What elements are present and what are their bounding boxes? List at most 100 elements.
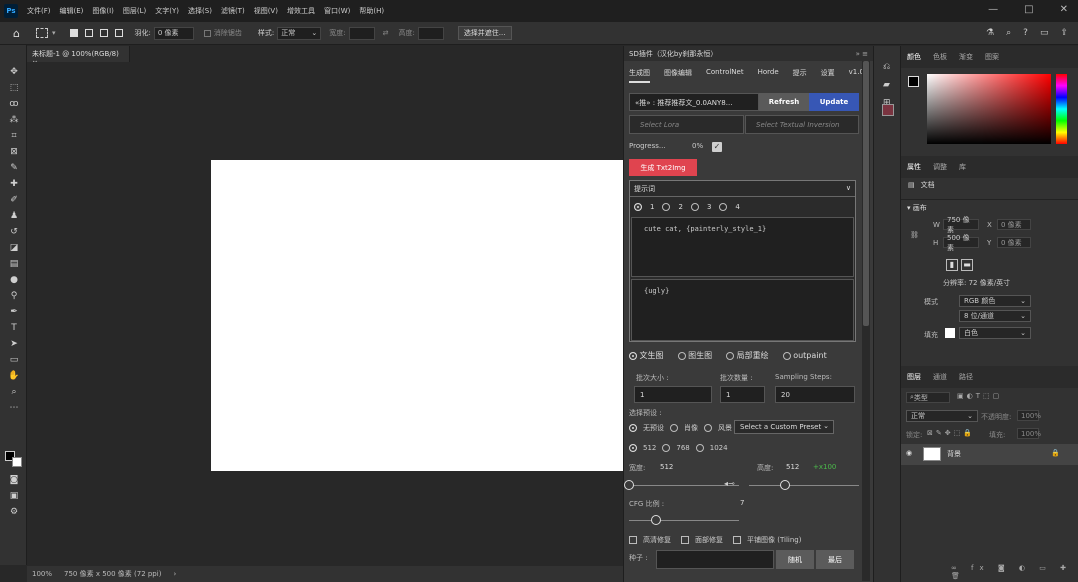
background-color-swatch[interactable] — [12, 457, 22, 467]
batch-size-input[interactable]: 1 — [634, 386, 712, 403]
more-tools-icon[interactable]: ⋯ — [8, 402, 20, 414]
lock-icon[interactable]: 🔒 — [1051, 449, 1060, 457]
tab-paths[interactable]: 路径 — [959, 372, 973, 382]
blend-mode-select[interactable]: 正常 ⌄ — [906, 410, 978, 422]
tab-layers[interactable]: 图层 — [907, 372, 921, 382]
rectangle-tool-icon[interactable]: ▭ — [8, 354, 20, 366]
history-brush-tool-icon[interactable]: ↺ — [8, 226, 20, 238]
tab-libraries[interactable]: 库 — [959, 162, 966, 172]
feather-input[interactable]: 0 像素 — [153, 26, 194, 40]
canvas-width-input[interactable]: 750 像素 — [943, 216, 979, 234]
intersect-selection-icon[interactable] — [114, 29, 123, 37]
share-icon[interactable]: ⇪ — [1060, 28, 1068, 38]
landscape-orientation-icon[interactable]: ▬ — [961, 259, 973, 271]
blur-tool-icon[interactable]: ● — [8, 274, 20, 286]
negative-prompt-textarea[interactable]: {ugly} — [631, 279, 854, 341]
marquee-tool-icon[interactable]: ⬚ — [8, 82, 20, 94]
height-slider-knob[interactable] — [780, 480, 790, 490]
prompt-slot-4-radio[interactable] — [719, 203, 728, 211]
zoom-level[interactable]: 100% — [32, 570, 52, 578]
menu-image[interactable]: 图像(I) — [92, 6, 114, 16]
tab-color[interactable]: 颜色 — [907, 52, 921, 62]
style-select[interactable]: 正常 ⌄ — [277, 26, 322, 40]
panel-menu-icon[interactable]: » ≡ — [856, 50, 868, 58]
width-slider-knob[interactable] — [624, 480, 634, 490]
height-input[interactable] — [417, 26, 444, 40]
marquee-tool-icon[interactable] — [35, 28, 48, 38]
mode-txt2img-radio[interactable] — [629, 351, 637, 360]
color-mode-select[interactable]: RGB 颜色 ⌄ — [959, 295, 1031, 307]
flask-icon[interactable]: ⚗ — [986, 28, 994, 38]
mode-outpaint-radio[interactable] — [782, 351, 791, 360]
sd-scrollbar-thumb[interactable] — [863, 61, 869, 326]
tab-properties[interactable]: 属性 — [907, 162, 921, 172]
select-lora-button[interactable]: Select Lora — [629, 115, 744, 134]
brush-tool-icon[interactable]: ✐ — [8, 194, 20, 206]
tab-swatches[interactable]: 色板 — [933, 52, 947, 62]
maximize-icon[interactable]: □ — [1024, 4, 1033, 15]
history-icon[interactable]: ⎌ — [883, 62, 890, 72]
prompt-slot-1-radio[interactable] — [634, 203, 642, 211]
sampling-steps-input[interactable]: 20 — [775, 386, 855, 403]
menu-filter[interactable]: 滤镜(T) — [221, 6, 245, 16]
menu-select[interactable]: 选择(S) — [188, 6, 212, 16]
layer-actions[interactable]: ∞ fx ◙ ◐ ▭ ✚ 🗑 — [951, 564, 1078, 580]
eye-icon[interactable]: ◉ — [906, 449, 912, 457]
batch-count-input[interactable]: 1 — [720, 386, 765, 403]
refresh-button[interactable]: Refresh — [759, 93, 809, 111]
quick-mask-icon[interactable]: ◙ — [8, 474, 20, 486]
pen-tool-icon[interactable]: ✒ — [8, 306, 20, 318]
home-icon[interactable]: ⌂ — [13, 27, 20, 40]
add-selection-icon[interactable] — [84, 29, 93, 37]
tab-generate[interactable]: 生成图 — [629, 68, 650, 83]
tab-channels[interactable]: 通道 — [933, 372, 947, 382]
close-icon[interactable]: ✕ — [1060, 4, 1068, 15]
menu-view[interactable]: 视图(V) — [254, 6, 278, 16]
sd-plugin-icon[interactable] — [882, 104, 894, 116]
bit-depth-select[interactable]: 8 位/通道 ⌄ — [959, 310, 1031, 322]
random-seed-button[interactable]: 随机 — [776, 550, 814, 569]
frame-tool-icon[interactable]: ⊠ — [8, 146, 20, 158]
canvas-height-input[interactable]: 500 像素 — [943, 234, 979, 252]
select-textual-inversion-button[interactable]: Select Textual Inversion — [745, 115, 859, 134]
last-seed-button[interactable]: 最后 — [816, 550, 854, 569]
tab-horde[interactable]: Horde — [758, 68, 779, 83]
mode-inpaint-radio[interactable] — [726, 351, 735, 360]
generate-txt2img-button[interactable]: 生成 Txt2Img — [629, 159, 697, 176]
tab-image-edit[interactable]: 图像编辑 — [664, 68, 692, 83]
mode-img2img-radio[interactable] — [677, 351, 686, 360]
width-input[interactable] — [348, 26, 375, 40]
chevron-down-icon[interactable]: ▾ — [52, 29, 56, 37]
zoom-tool-icon[interactable]: ⌕ — [8, 386, 20, 398]
menu-edit[interactable]: 编辑(E) — [60, 6, 84, 16]
menu-help[interactable]: 帮助(H) — [359, 6, 384, 16]
layer-filter-select[interactable]: ⌕ 类型 — [906, 392, 950, 403]
canvas-x-input[interactable]: 0 像素 — [997, 219, 1031, 230]
menu-plugins[interactable]: 增效工具 — [287, 6, 315, 16]
type-tool-icon[interactable]: T — [8, 322, 20, 334]
eraser-tool-icon[interactable]: ◪ — [8, 242, 20, 254]
tab-controlnet[interactable]: ControlNet — [706, 68, 744, 83]
lasso-tool-icon[interactable]: ꝏ — [8, 98, 20, 110]
color-picker-field[interactable] — [927, 74, 1051, 144]
move-tool-icon[interactable]: ✥ — [8, 66, 20, 78]
model-select[interactable]: «推» : 推荐推荐文_0.0ANY8... — [629, 93, 759, 111]
hue-slider[interactable] — [1056, 74, 1067, 144]
tab-settings[interactable]: 设置 — [821, 68, 835, 83]
tiling-checkbox[interactable] — [733, 536, 741, 544]
menu-file[interactable]: 文件(F) — [27, 6, 51, 16]
layer-row[interactable]: ◉ 背景 🔒 — [901, 444, 1078, 465]
dodge-tool-icon[interactable]: ⚲ — [8, 290, 20, 302]
menu-window[interactable]: 窗口(W) — [324, 6, 350, 16]
comment-icon[interactable]: ▰ — [883, 80, 890, 90]
lock-icons[interactable]: ⊠✎✥⬚🔒 — [927, 429, 975, 437]
clone-stamp-tool-icon[interactable]: ♟ — [8, 210, 20, 222]
portrait-orientation-icon[interactable]: ▮ — [946, 259, 958, 271]
height-slider-track[interactable] — [749, 485, 859, 486]
antialias-checkbox[interactable] — [203, 29, 211, 37]
size-512-radio[interactable] — [629, 444, 637, 452]
restore-faces-checkbox[interactable] — [681, 536, 689, 544]
size-1024-radio[interactable] — [695, 444, 704, 452]
fill-select[interactable]: 白色 ⌄ — [959, 327, 1031, 339]
workspace-icon[interactable]: ▭ — [1040, 28, 1049, 38]
